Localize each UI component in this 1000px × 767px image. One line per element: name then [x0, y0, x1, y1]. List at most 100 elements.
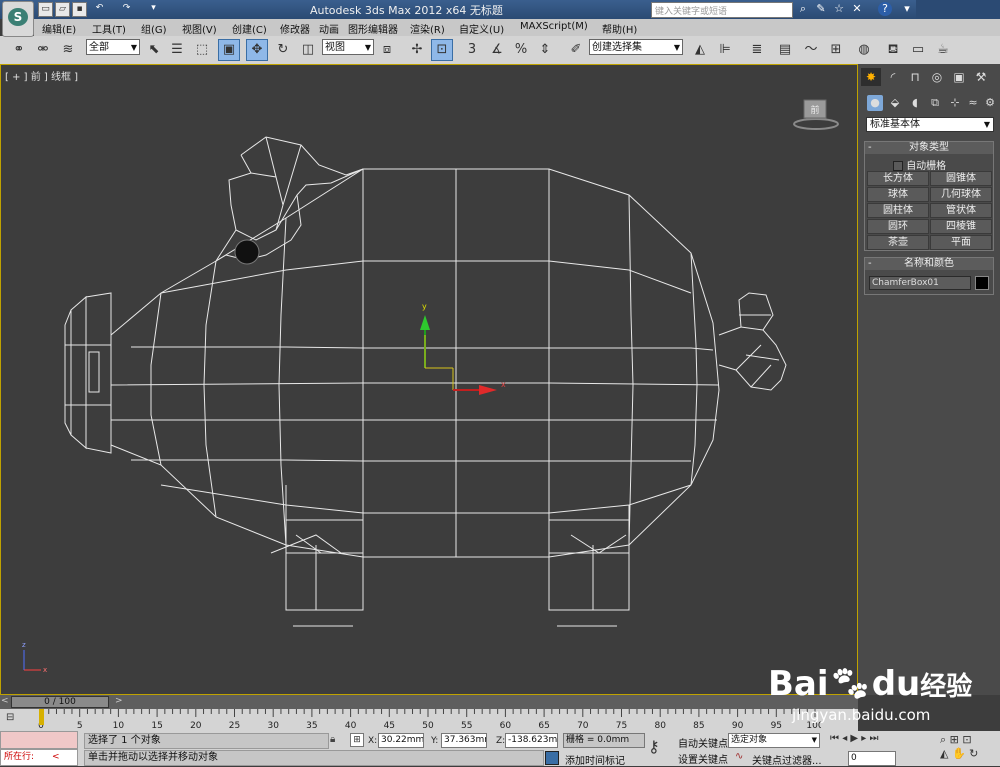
undo-icon[interactable]: ↶ — [93, 2, 106, 15]
space-warps-icon[interactable]: ≈ — [965, 95, 981, 111]
select-and-move-icon[interactable]: ✥ — [246, 39, 268, 61]
next-frame-button-icon[interactable]: ▸ — [861, 733, 866, 744]
tools-icon[interactable]: ✎ — [814, 2, 828, 16]
zoom-icon[interactable]: ⌕ — [940, 733, 946, 746]
menu-maxscript[interactable]: MAXScript(M) — [520, 21, 588, 32]
bind-space-warp-icon[interactable]: ≋ — [57, 39, 79, 61]
percent-snap-icon[interactable]: % — [510, 39, 532, 61]
front-viewport[interactable]: [ + ] 前 ] 线框 ] 前 y x z x — [0, 64, 858, 695]
customize-icon[interactable]: ▾ — [147, 2, 160, 15]
absolute-mode-icon[interactable]: ⊞ — [350, 733, 364, 747]
new-icon[interactable]: ▭ — [38, 2, 53, 17]
menu-create[interactable]: 创建(C) — [232, 21, 267, 36]
add-time-tag-button[interactable]: 添加时间标记 — [565, 752, 625, 767]
current-frame-marker[interactable] — [39, 709, 44, 725]
zoom-all-icon[interactable]: ⊞ — [950, 733, 959, 746]
zoom-extents-icon[interactable]: ⊡ — [962, 733, 971, 746]
plane-button[interactable]: 平面 — [930, 235, 992, 250]
menu-graph-editors[interactable]: 图形编辑器 — [348, 21, 398, 36]
y-coordinate-field[interactable]: 37.363mm — [441, 733, 487, 748]
object-type-header[interactable]: - 对象类型 — [865, 142, 993, 154]
cone-button[interactable]: 圆锥体 — [930, 171, 992, 186]
tube-button[interactable]: 管状体 — [930, 203, 992, 218]
maxscript-running-line[interactable]: 所在行: < — [0, 749, 78, 766]
play-icon[interactable]: ▶ — [850, 733, 858, 744]
geosphere-button[interactable]: 几何球体 — [930, 187, 992, 202]
helpers-icon[interactable]: ⊹ — [947, 95, 963, 111]
previous-frame-icon[interactable]: ◂ — [842, 733, 847, 744]
modify-tab-icon[interactable]: ◜ — [883, 68, 903, 86]
open-icon[interactable]: ▱ — [55, 2, 70, 17]
named-selection-dropdown[interactable]: 创建选择集 ▼ — [589, 39, 683, 55]
time-slider[interactable]: < 0 / 100 > — [0, 695, 858, 709]
keyboard-shortcut-override-icon[interactable]: ⊡ — [431, 39, 453, 61]
geometry-icon[interactable]: ● — [867, 95, 883, 111]
prev-frame-icon[interactable]: < — [1, 696, 9, 706]
select-and-scale-icon[interactable]: ◫ — [297, 39, 319, 61]
star-icon[interactable]: ☆ — [832, 2, 846, 16]
menu-rendering[interactable]: 渲染(R) — [410, 21, 445, 36]
search-input[interactable]: 键入关键字或短语 — [651, 2, 793, 18]
select-object-icon[interactable]: ⬉ — [143, 39, 165, 61]
layer-manager-icon[interactable]: ≣ — [746, 39, 768, 61]
motion-tab-icon[interactable]: ◎ — [927, 68, 947, 86]
selection-filter-dropdown[interactable]: 全部 ▼ — [86, 39, 140, 55]
teapot-button[interactable]: 茶壶 — [867, 235, 929, 250]
box-button[interactable]: 长方体 — [867, 171, 929, 186]
go-to-end-icon[interactable]: ⏭ — [870, 733, 879, 744]
utilities-tab-icon[interactable]: ⚒ — [971, 68, 991, 86]
auto-key-button[interactable]: 自动关键点 — [678, 735, 728, 750]
maxscript-listener[interactable] — [0, 731, 78, 749]
set-key-button[interactable]: 设置关键点 — [678, 751, 728, 766]
menu-help[interactable]: 帮助(H) — [602, 21, 637, 36]
angle-snap-icon[interactable]: ∡ — [486, 39, 508, 61]
time-tag-icon[interactable] — [545, 751, 559, 765]
app-logo[interactable]: S — [2, 1, 34, 37]
menu-modifiers[interactable]: 修改器 — [280, 21, 310, 36]
name-and-color-header[interactable]: - 名称和颜色 — [865, 258, 993, 270]
lights-icon[interactable]: ◖ — [907, 95, 923, 111]
category-dropdown[interactable]: 标准基本体 ▼ — [866, 117, 994, 132]
align-icon[interactable]: ⊫ — [714, 39, 736, 61]
lock-selection-icon[interactable]: 🔒︎ — [330, 734, 335, 745]
graphite-ribbon-icon[interactable]: ▤ — [774, 39, 796, 61]
key-filters-button[interactable]: 关键点过滤器... — [752, 752, 822, 767]
cylinder-button[interactable]: 圆柱体 — [867, 203, 929, 218]
redo-icon[interactable]: ↷ — [120, 2, 133, 15]
object-name-field[interactable]: ChamferBox01 — [869, 276, 971, 290]
create-tab-icon[interactable]: ✸ — [861, 68, 881, 86]
current-frame-field[interactable]: 0 — [848, 751, 896, 766]
hierarchy-tab-icon[interactable]: ⊓ — [905, 68, 925, 86]
menu-group[interactable]: 组(G) — [141, 21, 167, 36]
manipulate-icon[interactable]: ✢ — [406, 39, 428, 61]
sphere-button[interactable]: 球体 — [867, 187, 929, 202]
schematic-view-icon[interactable]: ⊞ — [825, 39, 847, 61]
set-key-icon[interactable]: ⚷ — [648, 737, 660, 756]
menu-animation[interactable]: 动画 — [319, 21, 339, 36]
material-editor-icon[interactable]: ◍ — [853, 39, 875, 61]
search-icon[interactable]: ⌕ — [796, 2, 810, 16]
reference-coord-dropdown[interactable]: 视图 ▼ — [322, 39, 374, 55]
edit-named-selection-icon[interactable]: ✐ — [565, 39, 587, 61]
unlink-icon[interactable]: ⚮ — [32, 39, 54, 61]
systems-icon[interactable]: ⚙ — [982, 95, 998, 111]
shapes-icon[interactable]: ⬙ — [887, 95, 903, 111]
help-icon[interactable]: ? — [878, 2, 892, 16]
z-coordinate-field[interactable]: -138.623m — [505, 733, 558, 748]
time-slider-thumb[interactable]: 0 / 100 — [11, 696, 109, 708]
object-color-swatch[interactable] — [975, 276, 989, 290]
save-icon[interactable]: ▪ — [72, 2, 87, 17]
fov-icon[interactable]: ◭ — [940, 747, 948, 760]
rectangular-selection-icon[interactable]: ⬚ — [191, 39, 213, 61]
close-search-icon[interactable]: ✕ — [850, 2, 864, 16]
pyramid-button[interactable]: 四棱锥 — [930, 219, 992, 234]
render-setup-icon[interactable]: ⛾ — [882, 39, 904, 61]
link-icon[interactable]: ⚭ — [8, 39, 30, 61]
rendered-frame-icon[interactable]: ▭ — [907, 39, 929, 61]
menu-views[interactable]: 视图(V) — [182, 21, 217, 36]
pivot-center-icon[interactable]: ⧈ — [376, 39, 398, 61]
orbit-icon[interactable]: ↻ — [969, 747, 978, 760]
track-ruler[interactable]: 0 5 10 15 20 25 30 35 40 45 50 55 60 65 70 75 80 85 90 95 10… — [35, 709, 821, 731]
cameras-icon[interactable]: ⧉ — [927, 95, 943, 111]
mini-curve-editor-icon[interactable]: ⊟ — [6, 712, 24, 725]
